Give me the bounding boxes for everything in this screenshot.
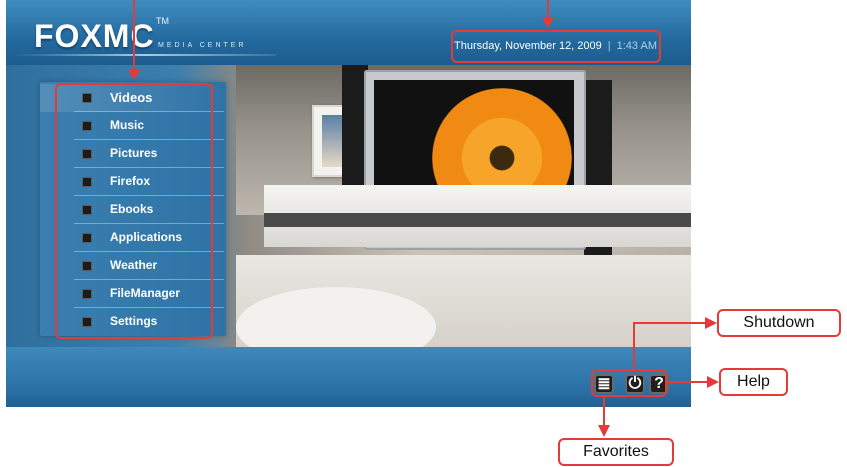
footer-buttons-highlight-box xyxy=(591,369,667,397)
shutdown-arrow-horz xyxy=(633,322,707,324)
menu-highlight-box xyxy=(55,83,213,339)
datetime-highlight-box xyxy=(451,30,661,63)
shutdown-callout: Shutdown xyxy=(717,309,841,337)
app-subtitle: MEDIA CENTER xyxy=(158,42,247,49)
menu-arrow-line xyxy=(133,0,135,73)
favorites-callout: Favorites xyxy=(558,438,674,466)
tv-stand-slot xyxy=(264,213,691,227)
shutdown-arrow-vert xyxy=(633,322,635,370)
datetime-arrow-head xyxy=(542,18,554,28)
shutdown-arrow-head xyxy=(705,317,717,329)
help-arrow-head xyxy=(707,376,719,388)
favorites-arrow-head xyxy=(598,425,610,437)
help-arrow-line xyxy=(667,381,709,383)
datetime-arrow-line xyxy=(547,0,549,20)
favorites-arrow-line xyxy=(603,397,605,427)
app-logo: FOXMC xyxy=(34,18,155,54)
help-callout: Help xyxy=(719,368,788,396)
tv-stand xyxy=(264,185,691,247)
logo-underline xyxy=(14,54,276,56)
menu-arrow-head xyxy=(128,70,140,80)
footer-bar: ≣ ⏻ ? xyxy=(6,347,691,407)
trademark: TM xyxy=(156,16,169,26)
